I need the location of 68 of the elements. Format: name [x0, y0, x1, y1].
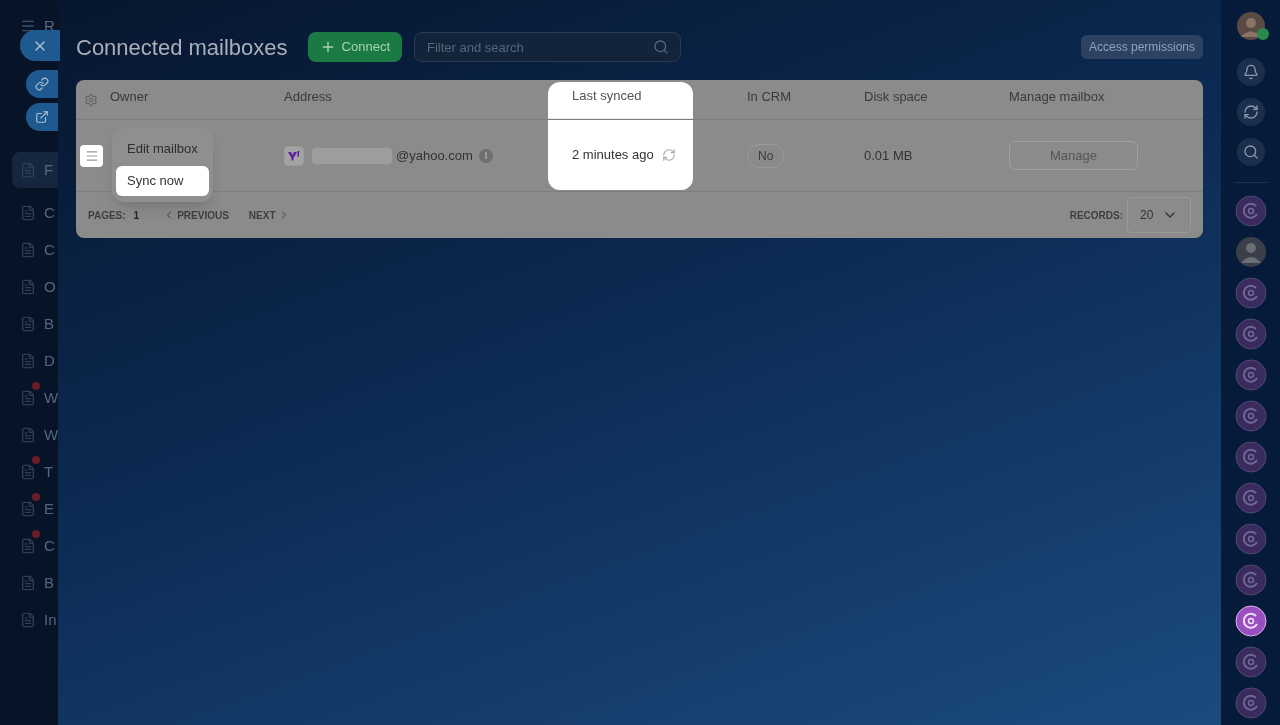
- menu-item[interactable]: Edit mailbox: [116, 134, 209, 164]
- page-icon: [20, 162, 36, 178]
- column-header: Last synced: [548, 82, 693, 119]
- sidebar-item[interactable]: W: [12, 386, 58, 410]
- sidebar-item[interactable]: W: [12, 423, 58, 447]
- sidebar-item[interactable]: C: [12, 534, 58, 558]
- records-label: RECORDS:: [1069, 208, 1123, 223]
- external-link-button[interactable]: [26, 103, 58, 131]
- sidebar-item[interactable]: B: [12, 312, 58, 336]
- page-icon: [20, 501, 36, 517]
- column-header: Address: [284, 87, 333, 106]
- close-button[interactable]: [20, 30, 60, 61]
- yahoo-logo-icon: [284, 145, 304, 166]
- next-button[interactable]: NEXT: [248, 207, 290, 223]
- external-link-icon: [35, 110, 49, 124]
- connect-button[interactable]: Connect: [307, 32, 402, 62]
- column-header: Manage mailbox: [1009, 87, 1106, 106]
- access-permissions-button[interactable]: Access permissions: [1080, 35, 1203, 59]
- last-synced-text: 2 minutes ago: [572, 146, 654, 165]
- row-menu-button[interactable]: [80, 144, 103, 167]
- search-icon: [653, 39, 669, 55]
- search-field[interactable]: Filter and search: [414, 32, 681, 62]
- link-button[interactable]: [26, 70, 58, 98]
- page-icon: [20, 538, 36, 554]
- column-header: Owner: [110, 87, 150, 106]
- previous-button[interactable]: PREVIOUS: [163, 207, 229, 223]
- address-text: @yahoo.com: [396, 146, 473, 165]
- info-icon[interactable]: [478, 148, 493, 163]
- search-icon: [1243, 144, 1259, 160]
- current-page: 1: [133, 208, 140, 223]
- avatar-icon[interactable]: [1235, 236, 1267, 268]
- chat-icon[interactable]: [1235, 605, 1267, 637]
- sidebar-item[interactable]: T: [12, 460, 58, 484]
- status-icon: [1257, 28, 1269, 40]
- page-icon: [20, 316, 36, 332]
- menu-item[interactable]: Sync now: [116, 166, 209, 196]
- sidebar-item[interactable]: D: [12, 349, 58, 373]
- bell-icon: [1243, 64, 1259, 80]
- page-icon: [20, 205, 36, 221]
- menu-icon[interactable]: [20, 18, 36, 34]
- page-icon: [20, 575, 36, 591]
- page-icon: [20, 353, 36, 369]
- page-icon: [20, 427, 36, 443]
- sidebar-item[interactable]: C: [12, 238, 58, 262]
- sidebar-item[interactable]: E: [12, 497, 58, 521]
- sidebar-item[interactable]: C: [12, 201, 58, 225]
- column-header: Disk space: [864, 87, 929, 106]
- page-icon: [20, 464, 36, 480]
- sync-icon[interactable]: [661, 148, 676, 162]
- hamburger-icon: [84, 148, 99, 163]
- sidebar-item[interactable]: B: [12, 571, 58, 595]
- sync-button[interactable]: [1237, 98, 1265, 126]
- pages-label: PAGES:: [88, 208, 126, 223]
- page-title: Connected mailboxes: [76, 33, 288, 62]
- sidebar-item[interactable]: O: [12, 275, 58, 299]
- page-icon: [20, 612, 36, 628]
- sync-icon: [1243, 104, 1259, 120]
- column-header: In CRM: [746, 87, 793, 106]
- link-icon: [35, 77, 49, 91]
- sidebar-item[interactable]: In: [12, 608, 58, 632]
- sidebar-item[interactable]: F: [12, 152, 58, 188]
- notifications-button[interactable]: [1237, 58, 1265, 86]
- page-icon: [20, 279, 36, 295]
- user-avatar[interactable]: [1237, 12, 1265, 40]
- records-select[interactable]: 20: [1127, 197, 1191, 233]
- page-icon: [20, 390, 36, 406]
- page-icon: [20, 242, 36, 258]
- disk-space-text: 0.01 MB: [864, 146, 913, 165]
